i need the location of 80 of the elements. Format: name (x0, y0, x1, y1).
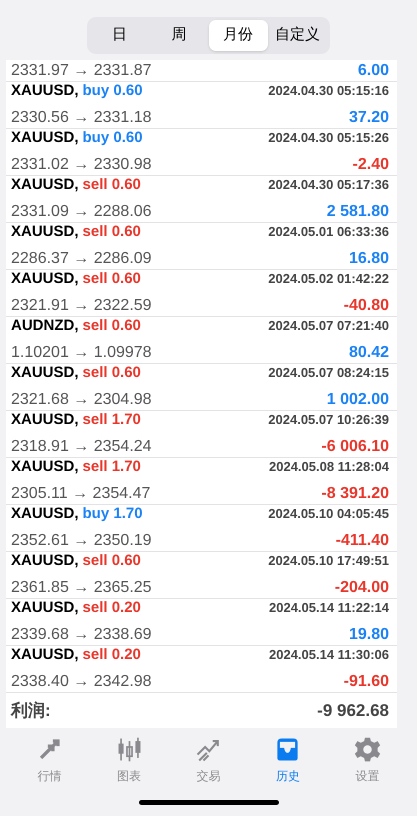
order-label: sell 1.70 (82, 410, 141, 430)
deal-time: 2024.05.10 04:05:45 (268, 505, 389, 524)
deal-time: 2024.05.07 07:21:40 (268, 317, 389, 336)
order-label: sell 0.20 (82, 598, 141, 618)
candlestick-icon (116, 736, 143, 763)
deal-time: 2024.05.08 11:28:04 (269, 458, 389, 476)
price-range: 2339.68 → 2338.69 (11, 624, 152, 645)
order-label: buy 0.60 (82, 81, 143, 102)
price-range: 2286.37 → 2286.09 (11, 248, 152, 269)
segment-tab[interactable]: 周 (149, 20, 208, 50)
segment-tab[interactable]: 自定义 (268, 20, 327, 50)
price-range: 1.10201 → 1.09978 (11, 342, 152, 363)
symbol-label: XAUUSD, (11, 504, 79, 524)
profit-value: -6 006.10 (321, 436, 389, 457)
profit-value: 80.42 (348, 342, 389, 363)
price-range: 2331.02 → 2330.98 (11, 154, 152, 175)
symbol-label: XAUUSD, (11, 175, 79, 196)
order-label: sell 0.60 (82, 222, 141, 242)
order-label: sell 0.20 (82, 645, 141, 666)
profit-value: 6.00 (358, 62, 389, 78)
price-range: 2305.11 → 2354.47 (11, 484, 150, 504)
symbol-label: XAUUSD, (11, 269, 79, 290)
symbol-label: XAUUSD, (11, 551, 79, 572)
symbol-label: XAUUSD, (11, 457, 79, 478)
order-label: sell 0.60 (82, 316, 141, 336)
price-range: 2361.85 → 2365.25 (11, 578, 152, 598)
symbol-label: AUDNZD, (11, 316, 78, 336)
deal-time: 2024.04.30 05:15:26 (268, 129, 389, 148)
tab-bar-item[interactable]: 历史 (248, 728, 328, 790)
price-range: 2321.91 → 2322.59 (11, 296, 152, 316)
symbol-label: XAUUSD, (11, 81, 79, 102)
deal-time: 2024.05.07 08:24:15 (268, 364, 389, 382)
deal-time: 2024.05.10 17:49:51 (268, 552, 389, 570)
symbol-label: XAUUSD, (11, 598, 79, 618)
deal-time: 2024.04.30 05:15:16 (268, 82, 389, 100)
deal-time: 2024.05.01 06:33:36 (268, 223, 389, 242)
order-label: sell 0.60 (82, 363, 141, 384)
deal-time: 2024.05.02 01:42:22 (268, 270, 389, 288)
total-profit: -9 962.68 (317, 700, 389, 722)
segment-tab[interactable]: 月份 (208, 20, 268, 50)
deal-time: 2024.04.30 05:17:36 (268, 176, 389, 194)
price-range: 2321.68 → 2304.98 (11, 390, 152, 410)
profit-value: 19.80 (348, 624, 389, 645)
order-label: buy 1.70 (82, 504, 143, 524)
tab-bar-item[interactable]: 图表 (89, 728, 169, 790)
price-range: 2338.40 → 2342.98 (11, 672, 152, 692)
profit-value: -91.60 (344, 672, 389, 692)
profit-value: -204.00 (334, 578, 389, 598)
order-label: sell 0.60 (82, 269, 141, 290)
tab-bar-item[interactable]: 行情 (10, 728, 90, 790)
profit-value: 16.80 (348, 248, 389, 269)
tab-bar-item[interactable]: 设置 (328, 728, 408, 790)
profit-value: 1 002.00 (326, 390, 389, 410)
profit-value: -2.40 (352, 154, 389, 175)
profit-value: -8 391.20 (321, 484, 389, 504)
symbol-label: XAUUSD, (11, 222, 79, 242)
symbol-label: XAUUSD, (11, 128, 79, 148)
price-range: 2318.91 → 2354.24 (11, 436, 152, 457)
profit-label: 利润: (11, 700, 51, 722)
order-label: buy 0.60 (82, 128, 143, 148)
profit-value: -40.80 (344, 296, 389, 316)
order-label: sell 0.60 (82, 175, 141, 196)
price-range: 2331.09 → 2288.06 (11, 202, 152, 222)
symbol-label: XAUUSD, (11, 645, 79, 666)
profit-value: -411.40 (336, 530, 389, 551)
price-range: 2352.61 → 2350.19 (11, 530, 152, 551)
deal-time: 2024.05.14 11:22:14 (269, 599, 389, 618)
deal-time: 2024.05.07 10:26:39 (268, 411, 389, 430)
price-range: 2330.56 → 2331.18 (11, 108, 152, 128)
price-range: 2331.97 → 2331.87 (11, 62, 152, 78)
order-label: sell 0.60 (82, 551, 141, 572)
profit-value: 2 581.80 (326, 202, 389, 222)
symbol-label: XAUUSD, (11, 410, 79, 430)
segment-tab[interactable]: 日 (90, 20, 150, 50)
profit-value: 37.20 (348, 108, 389, 128)
deal-time: 2024.05.14 11:30:06 (269, 646, 389, 664)
tab-bar-item[interactable]: 交易 (168, 728, 248, 790)
order-label: sell 1.70 (82, 457, 141, 478)
symbol-label: XAUUSD, (11, 363, 79, 384)
settings-icon (354, 736, 381, 763)
